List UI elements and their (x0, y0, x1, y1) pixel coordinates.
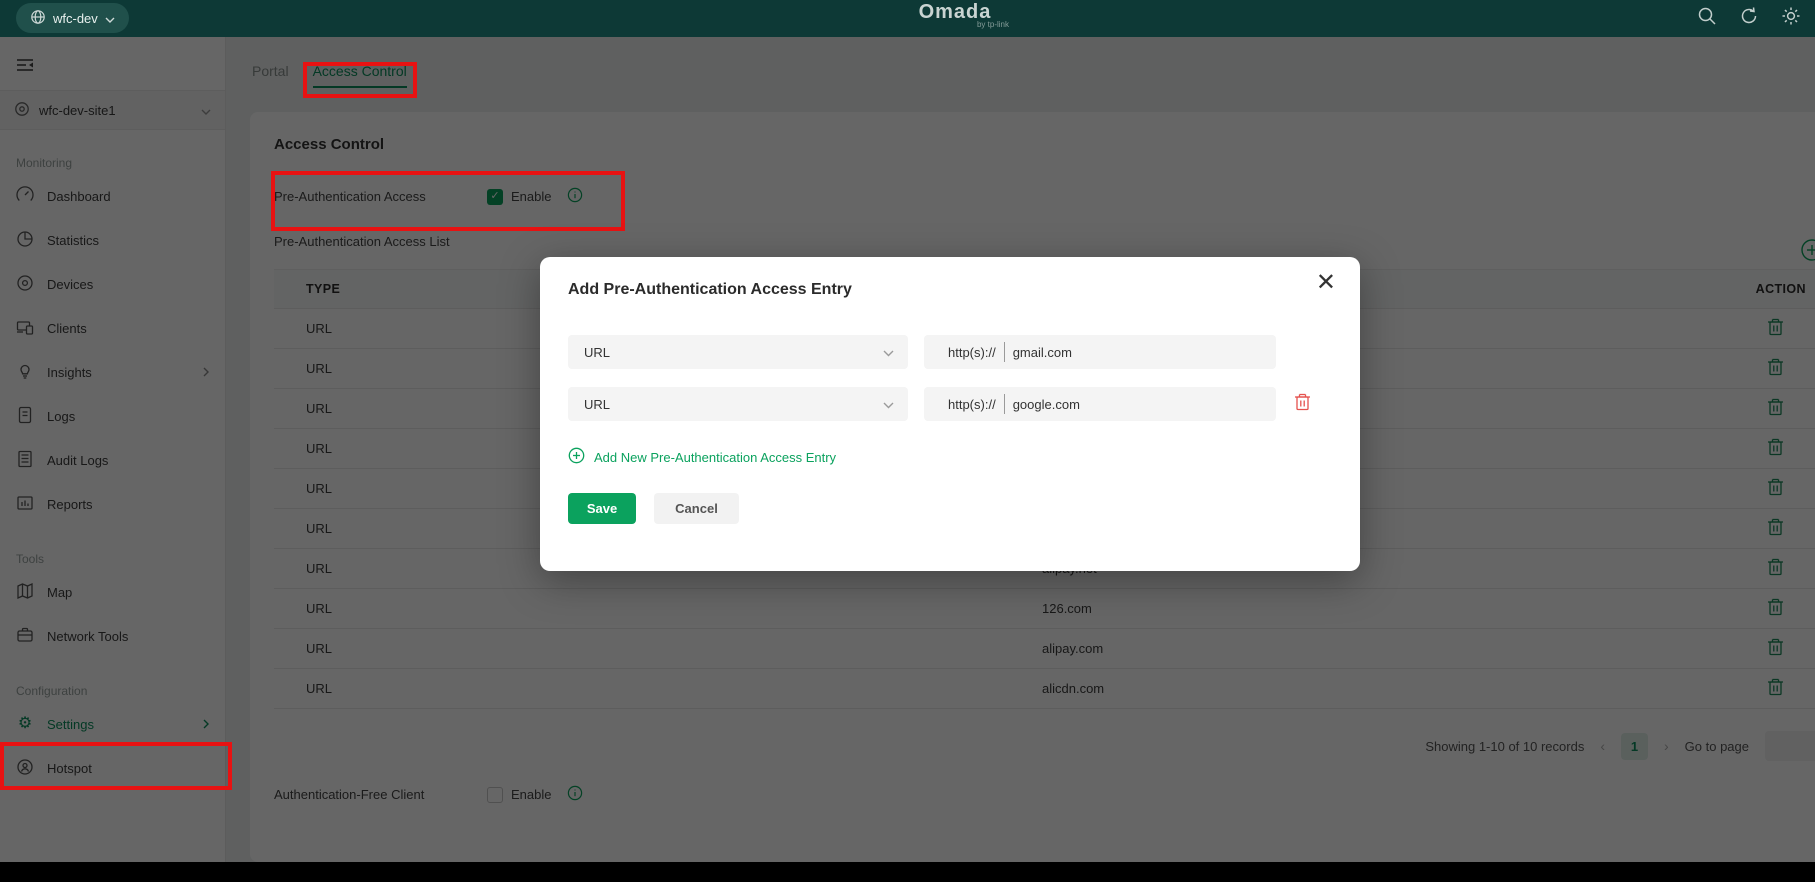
entry-row: URL http(s):// (568, 387, 1332, 421)
chevron-down-icon (105, 11, 115, 26)
entry-type-select[interactable]: URL (568, 387, 908, 421)
controller-name: wfc-dev (53, 11, 98, 26)
omada-logo: Omada by tp-link (895, 2, 1015, 29)
chevron-down-icon (883, 397, 894, 412)
url-prefix: http(s):// (948, 345, 996, 360)
add-preauth-entry-modal: Add Pre-Authentication Access Entry ✕ UR… (540, 257, 1360, 571)
entry-row: URL http(s):// (568, 335, 1332, 369)
add-new-entry-label: Add New Pre-Authentication Access Entry (594, 450, 836, 465)
search-icon[interactable] (1697, 6, 1717, 31)
topbar: wfc-dev Omada by tp-link (0, 0, 1815, 37)
refresh-icon[interactable] (1739, 6, 1759, 31)
save-button[interactable]: Save (568, 493, 636, 524)
close-icon[interactable]: ✕ (1316, 271, 1336, 295)
url-prefix: http(s):// (948, 397, 996, 412)
entry-type-value: URL (584, 345, 610, 360)
controller-selector[interactable]: wfc-dev (16, 3, 129, 33)
chevron-down-icon (883, 345, 894, 360)
prefix-divider (1004, 394, 1005, 414)
url-input[interactable] (1011, 344, 1251, 361)
entry-type-value: URL (584, 397, 610, 412)
omada-controller-screen: wfc-dev Omada by tp-link (0, 0, 1815, 882)
plus-circle-icon (568, 447, 585, 467)
globe-icon (30, 9, 46, 28)
logo-title: Omada (895, 2, 1015, 22)
cancel-button[interactable]: Cancel (654, 493, 739, 524)
entry-url-field[interactable]: http(s):// (924, 335, 1276, 369)
entry-url-field[interactable]: http(s):// (924, 387, 1276, 421)
delete-entry-trash-icon[interactable] (1294, 393, 1311, 416)
brightness-icon[interactable] (1781, 6, 1801, 31)
prefix-divider (1004, 342, 1005, 362)
topbar-actions (1697, 0, 1801, 37)
url-input[interactable] (1011, 396, 1251, 413)
modal-title: Add Pre-Authentication Access Entry (568, 281, 1332, 299)
entry-type-select[interactable]: URL (568, 335, 908, 369)
add-new-entry-link[interactable]: Add New Pre-Authentication Access Entry (568, 447, 1332, 467)
